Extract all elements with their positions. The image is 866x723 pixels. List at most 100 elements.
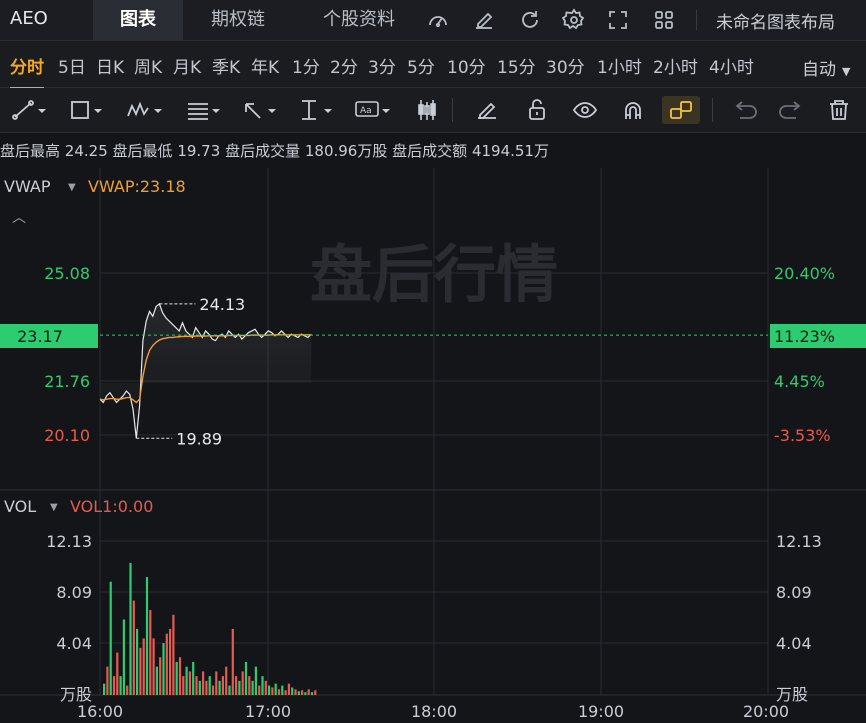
volume-bar [211,685,215,695]
x-tick: 20:00 [743,702,789,721]
tab-stock-profile[interactable]: 个股资料 [304,0,414,40]
stat-amount-label: 盘后成交额 [392,142,468,160]
pen-edit-icon[interactable] [472,8,496,32]
period-5d[interactable]: 5日 [58,53,86,78]
gauge-icon[interactable] [426,8,450,32]
volume-bar [301,690,304,695]
volume-bar [264,680,267,695]
volume-bar [228,685,231,695]
volume-bar [192,661,195,695]
tab-chart[interactable]: 图表 [93,0,183,40]
redo-icon[interactable] [772,96,810,124]
volume-bar [271,687,274,695]
volume-bar [307,689,310,695]
volume-bar [169,628,172,695]
text-tool-icon[interactable]: Aa [352,96,390,124]
after-hours-stats: 盘后最高 24.25 盘后最低 19.73 盘后成交量 180.96万股 盘后成… [0,140,549,161]
period-quarterly[interactable]: 季K [212,53,240,78]
volume-bar [268,685,271,695]
drawing-toolbar: Aa [0,88,866,133]
divider [712,98,713,122]
line-tool-icon[interactable] [10,96,48,124]
volume-bar [145,577,149,695]
fullscreen-icon[interactable] [606,8,630,32]
fib-tool-icon[interactable] [184,96,222,124]
volume-bar [254,666,257,695]
stat-high-label: 盘后最高 [0,142,61,160]
period-4h[interactable]: 4小时 [709,53,754,78]
layout-name-button[interactable]: 未命名图表布局 [716,8,835,33]
period-1m[interactable]: 1分 [292,53,320,78]
chevron-up-icon[interactable]: ︿ [12,210,26,226]
volume-bar [136,628,139,695]
period-monthly[interactable]: 月K [173,53,201,78]
period-daily[interactable]: 日K [96,53,124,78]
volume-bar [231,628,234,695]
volume-bar [310,692,314,695]
chevron-down-icon[interactable]: ▼ [50,502,58,513]
price-indicator-name[interactable]: VWAP [4,177,51,196]
period-weekly[interactable]: 周K [134,53,162,78]
stat-high-value: 24.25 [64,142,108,160]
period-intraday[interactable]: 分时 [10,53,44,90]
trash-icon[interactable] [820,96,858,124]
volume-indicator-name[interactable]: VOL [4,497,36,516]
pct-tick-right: 20.40% [774,264,835,283]
period-yearly[interactable]: 年K [251,53,279,78]
volume-bar [304,692,307,695]
auto-mode-select[interactable]: 自动 ▼ [802,55,850,80]
vol-tick-right: 8.09 [776,583,812,602]
volume-bar [182,676,185,695]
period-2h[interactable]: 2小时 [653,53,698,78]
unlock-icon[interactable] [518,96,556,124]
volume-bar [198,680,201,695]
period-15m[interactable]: 15分 [497,53,536,78]
period-5m[interactable]: 5分 [407,53,435,78]
chevron-down-icon: ▼ [842,65,851,78]
brush-icon[interactable] [468,96,506,124]
volume-bar [103,683,106,695]
svg-text:Aa: Aa [360,106,372,116]
stat-low-value: 19.73 [177,142,221,160]
volume-bar [126,685,129,695]
period-3m[interactable]: 3分 [368,53,396,78]
volume-bar [195,676,198,695]
vol-tick-right: 12.13 [776,532,822,551]
max-price-label: 24.13 [199,295,245,314]
volume-bar [112,676,116,695]
chevron-down-icon[interactable]: ▼ [68,182,76,193]
period-bar: 分时 5日 日K 周K 月K 季K 年K 1分 2分 3分 5分 10分 15分… [0,41,866,90]
period-10m[interactable]: 10分 [447,53,486,78]
volume-bar [274,683,277,695]
volume-bar [235,676,238,695]
volume-bar [139,647,142,695]
period-30m[interactable]: 30分 [546,53,585,78]
arrow-tool-icon[interactable] [240,96,278,124]
volume-bar [205,680,208,695]
volume-bar [297,691,300,695]
vol-tick-left: 8.09 [56,583,92,602]
grid-layout-icon[interactable] [652,8,676,32]
tab-options-chain[interactable]: 期权链 [190,0,286,40]
candle-tool-icon[interactable] [408,96,446,124]
volume-bar [159,657,162,695]
ticker-symbol[interactable]: AEO [10,8,48,29]
undo-icon[interactable] [726,96,764,124]
refresh-icon[interactable] [518,8,542,32]
x-tick: 18:00 [411,702,457,721]
settings-gear-icon[interactable] [561,8,586,32]
measure-tool-icon[interactable] [296,96,334,124]
link-icon[interactable] [662,96,700,124]
volume-bar [258,685,261,695]
rectangle-tool-icon[interactable] [66,96,104,124]
pattern-tool-icon[interactable] [124,96,162,124]
eye-icon[interactable] [566,96,604,124]
chart-area[interactable]: 盘后行情 VWAP ▼ VWAP:23.18 ︿ 25.08 21.76 20.… [0,168,866,723]
period-1h[interactable]: 1小时 [597,53,642,78]
period-2m[interactable]: 2分 [330,53,358,78]
x-tick: 17:00 [245,702,291,721]
volume-bars [103,562,317,695]
volume-bar [221,676,224,695]
magnet-icon[interactable] [614,96,652,124]
pct-tick-right: -3.53% [774,426,831,445]
